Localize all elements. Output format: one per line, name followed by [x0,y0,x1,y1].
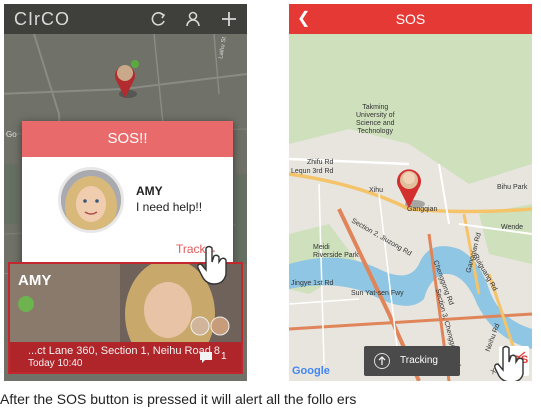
right-phone-screen: Takming University of Science and Techno… [289,4,532,381]
user-icon[interactable] [184,10,202,28]
map-label-jingye: Jingye 1st Rd [291,280,334,287]
left-top-bar: CIrCO [4,4,247,34]
google-logo: Google [292,365,330,377]
card-child-name: AMY [18,272,52,289]
message-count: 1 [221,351,227,362]
child-avatar [58,167,124,233]
map-label-xihu: Xihu [369,187,384,194]
map-location-pin-icon[interactable] [393,166,429,210]
refresh-icon[interactable] [150,10,168,28]
tracking-arrow-icon [378,356,386,365]
map-label-bihu: Bihu Park [497,184,528,191]
circo-logo: CIrCO [14,9,70,29]
pointing-hand-icon-right [494,345,524,381]
child-name: AMY [136,184,163,198]
sos-dialog-title: SOS!! [22,121,233,157]
map-label-takming: Takming University of Science and Techno… [356,104,395,135]
add-icon[interactable] [220,10,238,28]
card-footer: ...ct Lane 360, Section 1, Neihu Road 8 … [10,342,241,372]
map-label-wende: Wende [501,224,524,231]
left-phone-screen: Go Laihu St CIrCO SOS!! AMY I need help!… [4,4,247,381]
battery-icon [18,296,34,312]
map-label-sunyatsen: Sun Yat-sen Fwy [351,290,404,297]
right-map[interactable]: Takming University of Science and Techno… [289,34,532,381]
map-label-zhifu: Zhifu Rd [307,159,334,166]
map-label-go: Go [6,130,17,139]
card-time: Today 10:40 [28,358,83,369]
page-title: SOS [395,11,426,27]
location-pin-icon[interactable] [110,60,140,100]
card-address: ...ct Lane 360, Section 1, Neihu Road 8 [28,345,221,357]
message-count-badge[interactable]: 1 [197,349,235,365]
right-top-bar: ❮ SOS [289,4,532,34]
child-photo [61,170,121,230]
tracking-icon [374,353,390,369]
map-label-meidi: Meidi Riverside Park [313,244,359,259]
caption-text: After the SOS button is pressed it will … [0,391,357,407]
pointing-hand-icon [197,245,227,285]
map-label-lequn: Lequn 3rd Rd [291,168,334,175]
tracking-label: Tracking [400,355,438,366]
help-message: I need help!! [136,200,203,214]
tracking-button[interactable]: Tracking [364,346,460,376]
chat-icon [200,352,212,363]
